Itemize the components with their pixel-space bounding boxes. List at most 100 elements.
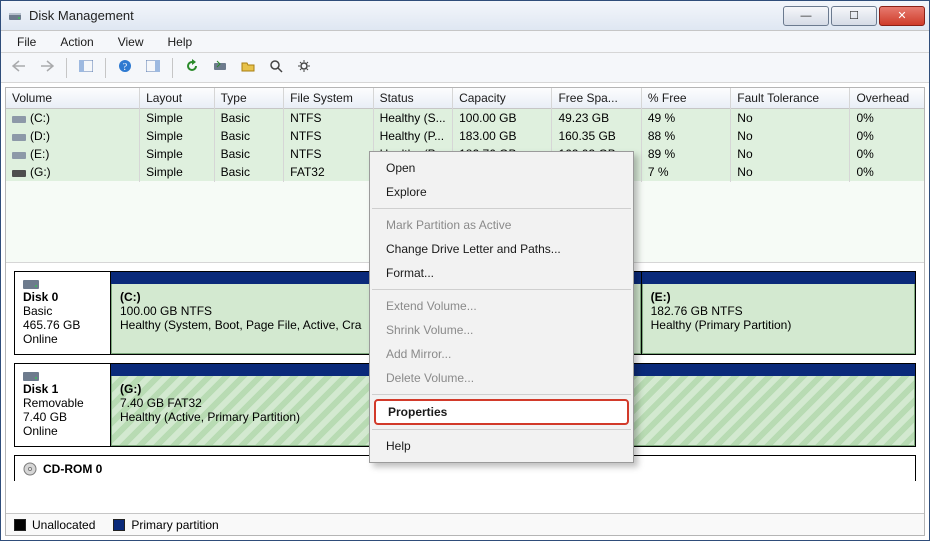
cell-free: 160.35 GB: [552, 126, 641, 146]
cell-status: Healthy (P...: [374, 126, 454, 146]
svg-text:?: ?: [123, 62, 128, 73]
cell-status: Healthy (S...: [374, 108, 454, 128]
col-header-pctfree[interactable]: % Free: [642, 88, 731, 108]
cell-overhead: 0%: [850, 162, 924, 182]
drive-icon: [12, 114, 26, 124]
cell-layout: Simple: [140, 144, 215, 164]
col-header-capacity[interactable]: Capacity: [453, 88, 552, 108]
ctx-separator: [372, 429, 631, 430]
cell-fs: NTFS: [284, 126, 373, 146]
menu-view[interactable]: View: [108, 33, 154, 51]
disk-1-state: Online: [23, 424, 102, 438]
col-header-type[interactable]: Type: [215, 88, 285, 108]
rescan-disks-button[interactable]: [208, 56, 232, 80]
ctx-change-letter[interactable]: Change Drive Letter and Paths...: [370, 237, 633, 261]
cell-capacity: 183.00 GB: [453, 126, 552, 146]
col-header-layout[interactable]: Layout: [140, 88, 215, 108]
forward-button[interactable]: [35, 56, 59, 80]
volume-list-header: Volume Layout Type File System Status Ca…: [6, 88, 924, 109]
cell-layout: Simple: [140, 126, 215, 146]
ctx-format[interactable]: Format...: [370, 261, 633, 285]
ctx-open[interactable]: Open: [370, 156, 633, 180]
cell-fault: No: [731, 144, 850, 164]
disk-1-label[interactable]: Disk 1 Removable 7.40 GB Online: [15, 364, 111, 446]
ctx-explore[interactable]: Explore: [370, 180, 633, 204]
partition-e-line3: Healthy (Primary Partition): [651, 318, 906, 332]
ctx-properties[interactable]: Properties: [374, 399, 629, 425]
swatch-black: [14, 519, 26, 531]
cell-fault: No: [731, 162, 850, 182]
refresh-icon: [185, 59, 199, 76]
drive-icon: [12, 132, 26, 142]
close-button[interactable]: ✕: [879, 6, 925, 26]
cell-volume: (D:): [30, 129, 50, 143]
ctx-add-mirror: Add Mirror...: [370, 342, 633, 366]
cell-volume: (C:): [30, 111, 50, 125]
col-header-overhead[interactable]: Overhead: [850, 88, 924, 108]
col-header-filesystem[interactable]: File System: [284, 88, 373, 108]
drive-icon: [12, 168, 26, 178]
find-button[interactable]: [264, 56, 288, 80]
col-header-status[interactable]: Status: [374, 88, 454, 108]
menu-file[interactable]: File: [7, 33, 46, 51]
partition-e[interactable]: (E:) 182.76 GB NTFS Healthy (Primary Par…: [642, 272, 915, 354]
legend-bar: Unallocated Primary partition: [6, 513, 924, 535]
show-hide-console-tree-button[interactable]: [74, 56, 98, 80]
menu-action[interactable]: Action: [50, 33, 103, 51]
disk-0-name: Disk 0: [23, 290, 102, 304]
menu-help[interactable]: Help: [158, 33, 203, 51]
ctx-extend: Extend Volume...: [370, 294, 633, 318]
ctx-separator: [372, 289, 631, 290]
volume-row[interactable]: (C:) Simple Basic NTFS Healthy (S... 100…: [6, 109, 924, 127]
cell-capacity: 100.00 GB: [453, 108, 552, 128]
panel-right-icon: [146, 60, 160, 75]
arrow-left-icon: [12, 60, 26, 75]
col-header-free[interactable]: Free Spa...: [552, 88, 641, 108]
cell-pctfree: 89 %: [642, 144, 731, 164]
gear-icon: [297, 59, 311, 76]
disk-management-window: Disk Management — ☐ ✕ File Action View H…: [0, 0, 930, 541]
col-header-volume[interactable]: Volume: [6, 88, 140, 108]
legend-primary: Primary partition: [113, 518, 218, 532]
cell-overhead: 0%: [850, 144, 924, 164]
volume-row[interactable]: (D:) Simple Basic NTFS Healthy (P... 183…: [6, 127, 924, 145]
cell-fs: NTFS: [284, 144, 373, 164]
cell-pctfree: 49 %: [642, 108, 731, 128]
refresh-button[interactable]: [180, 56, 204, 80]
arrow-right-icon: [40, 60, 54, 75]
close-icon: ✕: [897, 9, 906, 22]
ctx-separator: [372, 208, 631, 209]
help-button[interactable]: ?: [113, 56, 137, 80]
ctx-separator: [372, 394, 631, 395]
open-button[interactable]: [236, 56, 260, 80]
cell-type: Basic: [215, 144, 285, 164]
title-bar[interactable]: Disk Management — ☐ ✕: [1, 1, 929, 31]
ctx-shrink: Shrink Volume...: [370, 318, 633, 342]
cell-type: Basic: [215, 162, 285, 182]
minimize-button[interactable]: —: [783, 6, 829, 26]
back-button[interactable]: [7, 56, 31, 80]
cell-overhead: 0%: [850, 126, 924, 146]
col-header-fault[interactable]: Fault Tolerance: [731, 88, 850, 108]
swatch-navy: [113, 519, 125, 531]
cell-fs: FAT32: [284, 162, 373, 182]
legend-unallocated: Unallocated: [14, 518, 95, 532]
disk-0-label[interactable]: Disk 0 Basic 465.76 GB Online: [15, 272, 111, 354]
cell-volume: (E:): [30, 147, 49, 161]
window-title: Disk Management: [29, 8, 134, 23]
maximize-icon: ☐: [849, 9, 859, 22]
toolbar: ?: [1, 53, 929, 83]
disk-icon: [23, 278, 102, 290]
legend-primary-label: Primary partition: [131, 518, 218, 532]
show-hide-action-pane-button[interactable]: [141, 56, 165, 80]
cell-layout: Simple: [140, 162, 215, 182]
settings-button[interactable]: [292, 56, 316, 80]
maximize-button[interactable]: ☐: [831, 6, 877, 26]
drive-icon: [12, 150, 26, 160]
disk-icon: [23, 370, 102, 382]
disk-0-size: 465.76 GB: [23, 318, 102, 332]
help-icon: ?: [118, 59, 132, 76]
cdrom-icon: [23, 462, 37, 476]
ctx-help[interactable]: Help: [370, 434, 633, 458]
menu-bar: File Action View Help: [1, 31, 929, 53]
